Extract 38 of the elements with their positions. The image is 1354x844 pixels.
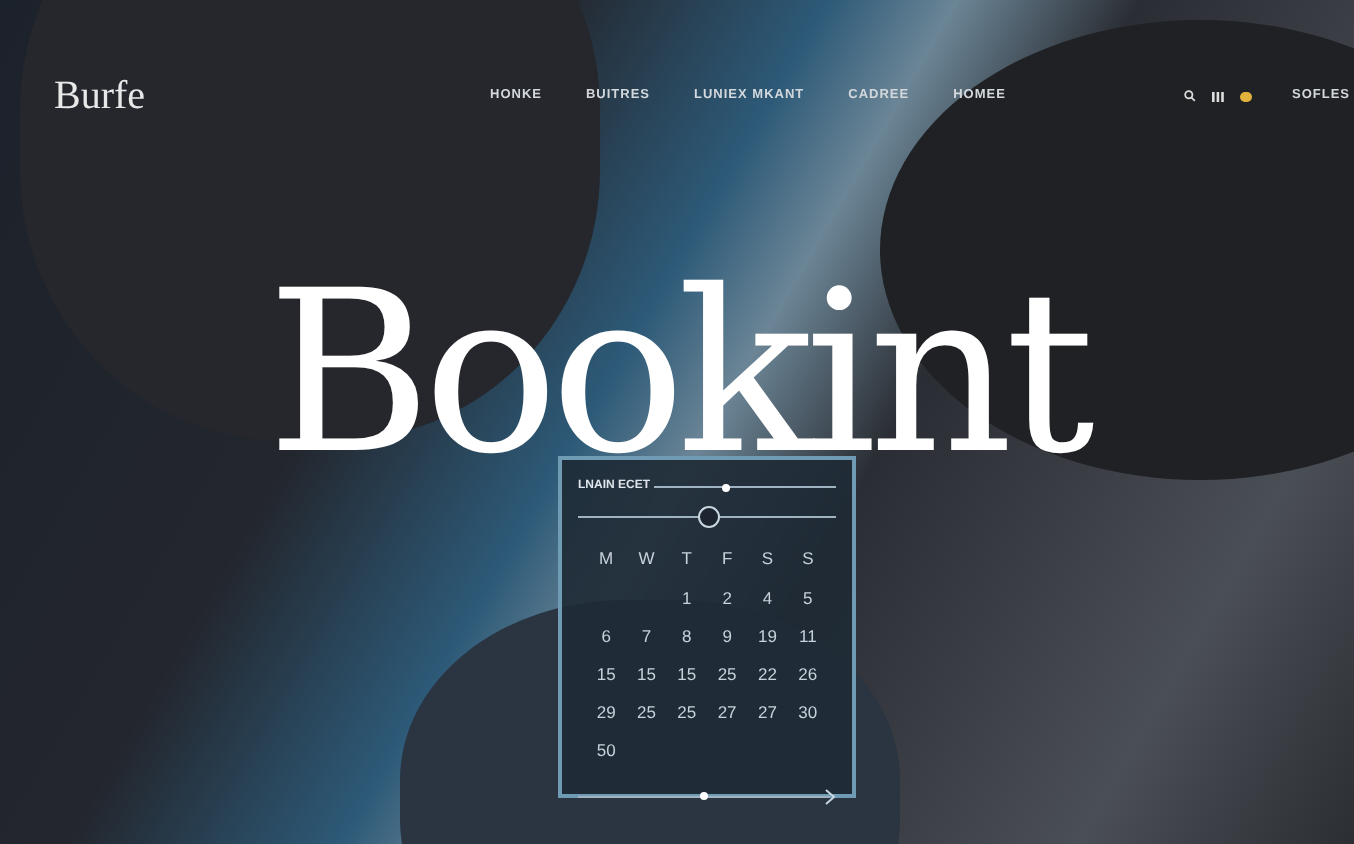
weekday-label: S [759,546,776,572]
calendar-day[interactable]: 1 [666,587,707,610]
calendar-day[interactable]: 6 [586,625,627,648]
calendar-day[interactable]: 25 [706,663,748,686]
hero-title: Bookint [267,280,1087,468]
slider-thumb[interactable] [697,506,719,528]
calendar-day[interactable]: 15 [626,663,667,686]
calendar-day[interactable]: 27 [747,701,788,724]
weekday-label: W [636,546,657,572]
calendar-day[interactable]: 4 [747,587,788,610]
bars-icon[interactable] [1211,91,1224,101]
calendar-day[interactable]: 30 [787,701,828,724]
calendar-day[interactable]: 26 [787,663,828,686]
search-icon[interactable] [1183,90,1196,102]
weekday-label: F [719,546,735,572]
slider-thumb[interactable] [700,792,708,801]
calendar-day[interactable]: 50 [586,739,627,762]
arrow-right-icon[interactable] [824,787,836,806]
calendar-day[interactable]: 29 [586,701,627,724]
logo[interactable]: Burfe [54,66,474,126]
weekday-label: S [800,546,816,572]
calendar-day[interactable]: 2 [706,587,748,610]
calendar-day[interactable]: 7 [626,625,667,648]
calendar-day[interactable]: 25 [666,701,707,724]
calendar-day[interactable]: 25 [626,701,667,724]
calendar-day[interactable]: 11 [787,625,828,648]
weekday-label: T [679,546,694,572]
calendar-day[interactable]: 5 [787,587,828,610]
calendar-day[interactable]: 19 [747,625,788,648]
calendar-day[interactable]: 15 [586,663,627,686]
calendar-day[interactable]: 8 [666,625,707,648]
calendar-day[interactable]: 27 [706,701,748,724]
calendar-day[interactable]: 9 [706,625,748,648]
slider-thumb[interactable] [722,483,731,491]
calendar-day[interactable]: 22 [747,663,788,686]
calendar-day[interactable]: 15 [666,663,707,686]
weekday-label: M [597,546,616,572]
coin-icon[interactable] [1239,91,1252,101]
